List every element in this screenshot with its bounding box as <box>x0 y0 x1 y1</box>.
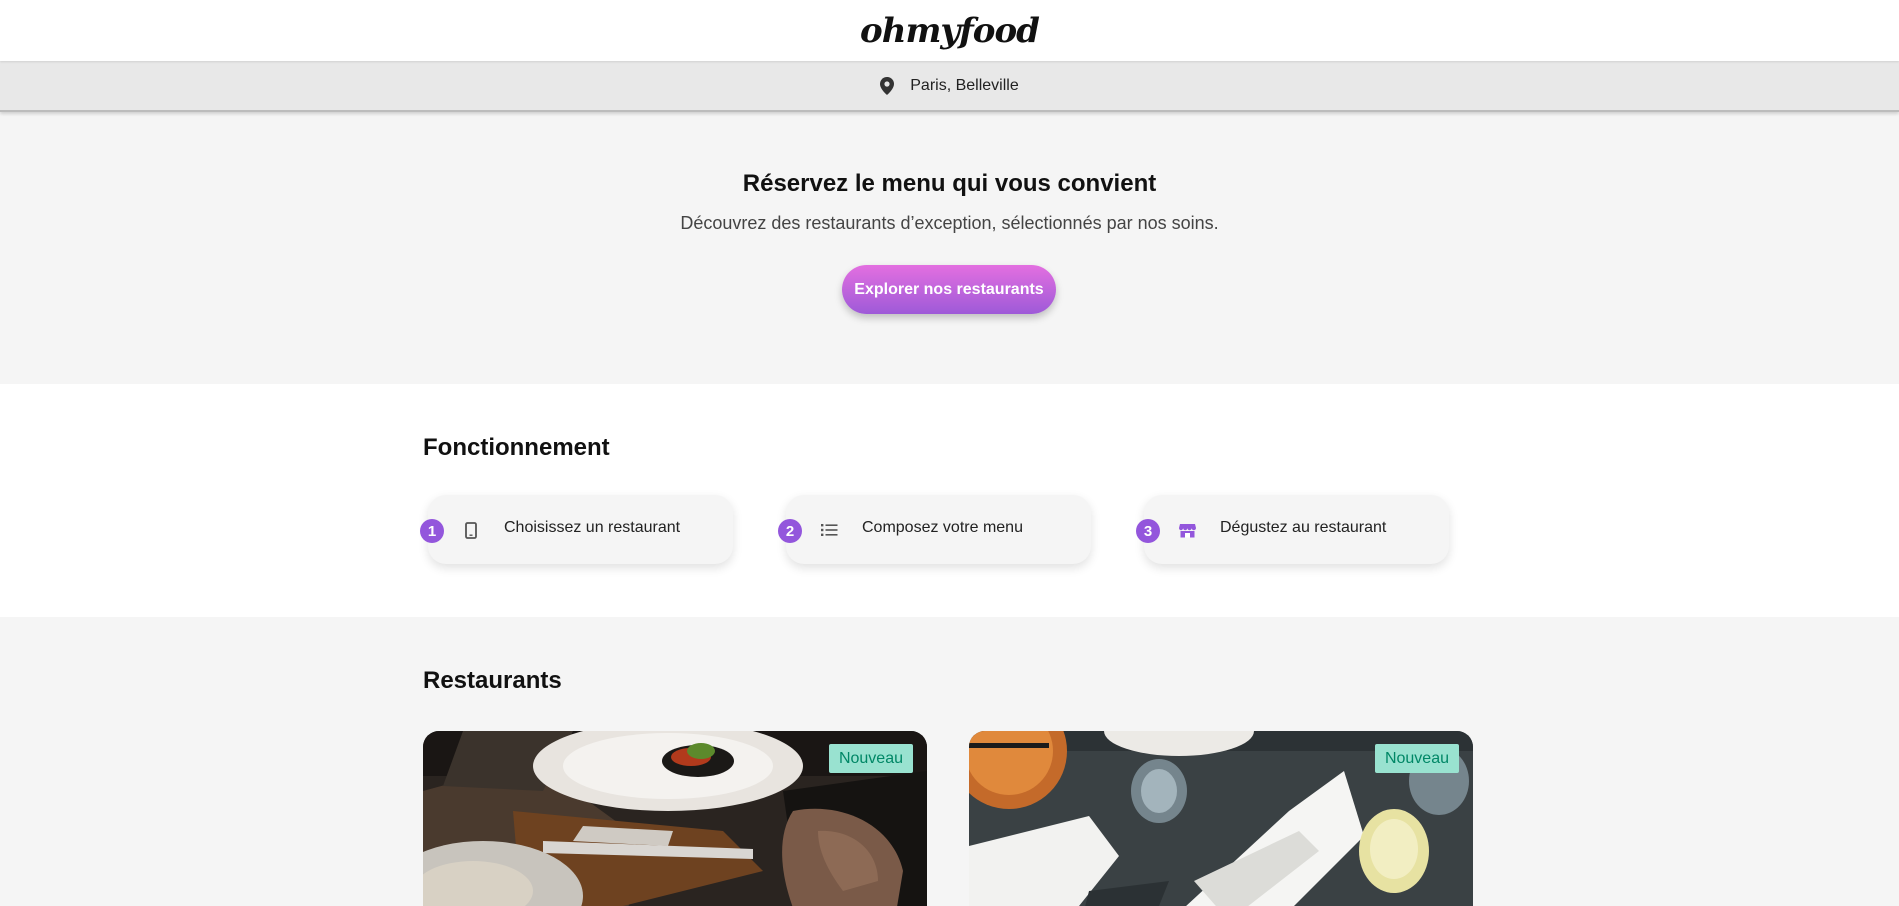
step-card-3: 3 Dégustez au restaurant <box>1136 495 1449 564</box>
how-it-works-section: Fonctionnement 1 Choisissez un restauran… <box>0 384 1899 617</box>
how-title: Fonctionnement <box>423 434 610 461</box>
step-number: 1 <box>420 519 444 543</box>
restaurant-card[interactable]: Nouveau <box>969 731 1473 906</box>
step-label: Composez votre menu <box>862 519 1023 536</box>
new-badge: Nouveau <box>828 744 913 773</box>
step-card-2: 2 Composez votre menu <box>778 495 1091 564</box>
step-label: Dégustez au restaurant <box>1220 519 1387 536</box>
location-bar: Paris, Belleville <box>0 61 1899 112</box>
list-icon <box>820 521 838 539</box>
step-label: Choisissez un restaurant <box>504 519 681 536</box>
restaurant-card[interactable]: Nouveau <box>423 731 927 906</box>
step-number: 2 <box>778 519 802 543</box>
hero-section: Réservez le menu qui vous convient Décou… <box>0 113 1899 384</box>
restaurants-section: Restaurants Nouveau Nouveau <box>0 617 1899 906</box>
step-card-1: 1 Choisissez un restaurant <box>420 495 733 564</box>
logo[interactable]: ohmyfood <box>860 11 1040 51</box>
store-icon <box>1178 521 1196 539</box>
map-pin-icon <box>880 76 895 95</box>
restaurants-title: Restaurants <box>423 667 562 694</box>
hero-subtitle: Découvrez des restaurants d’exception, s… <box>680 213 1219 233</box>
step-number: 3 <box>1136 519 1160 543</box>
explore-restaurants-button[interactable]: Explorer nos restaurants <box>842 265 1056 314</box>
site-header: ohmyfood <box>0 0 1899 61</box>
phone-icon <box>462 521 480 539</box>
hero-title: Réservez le menu qui vous convient <box>742 170 1157 197</box>
new-badge: Nouveau <box>1374 744 1459 773</box>
location-text: Paris, Belleville <box>910 76 1019 94</box>
